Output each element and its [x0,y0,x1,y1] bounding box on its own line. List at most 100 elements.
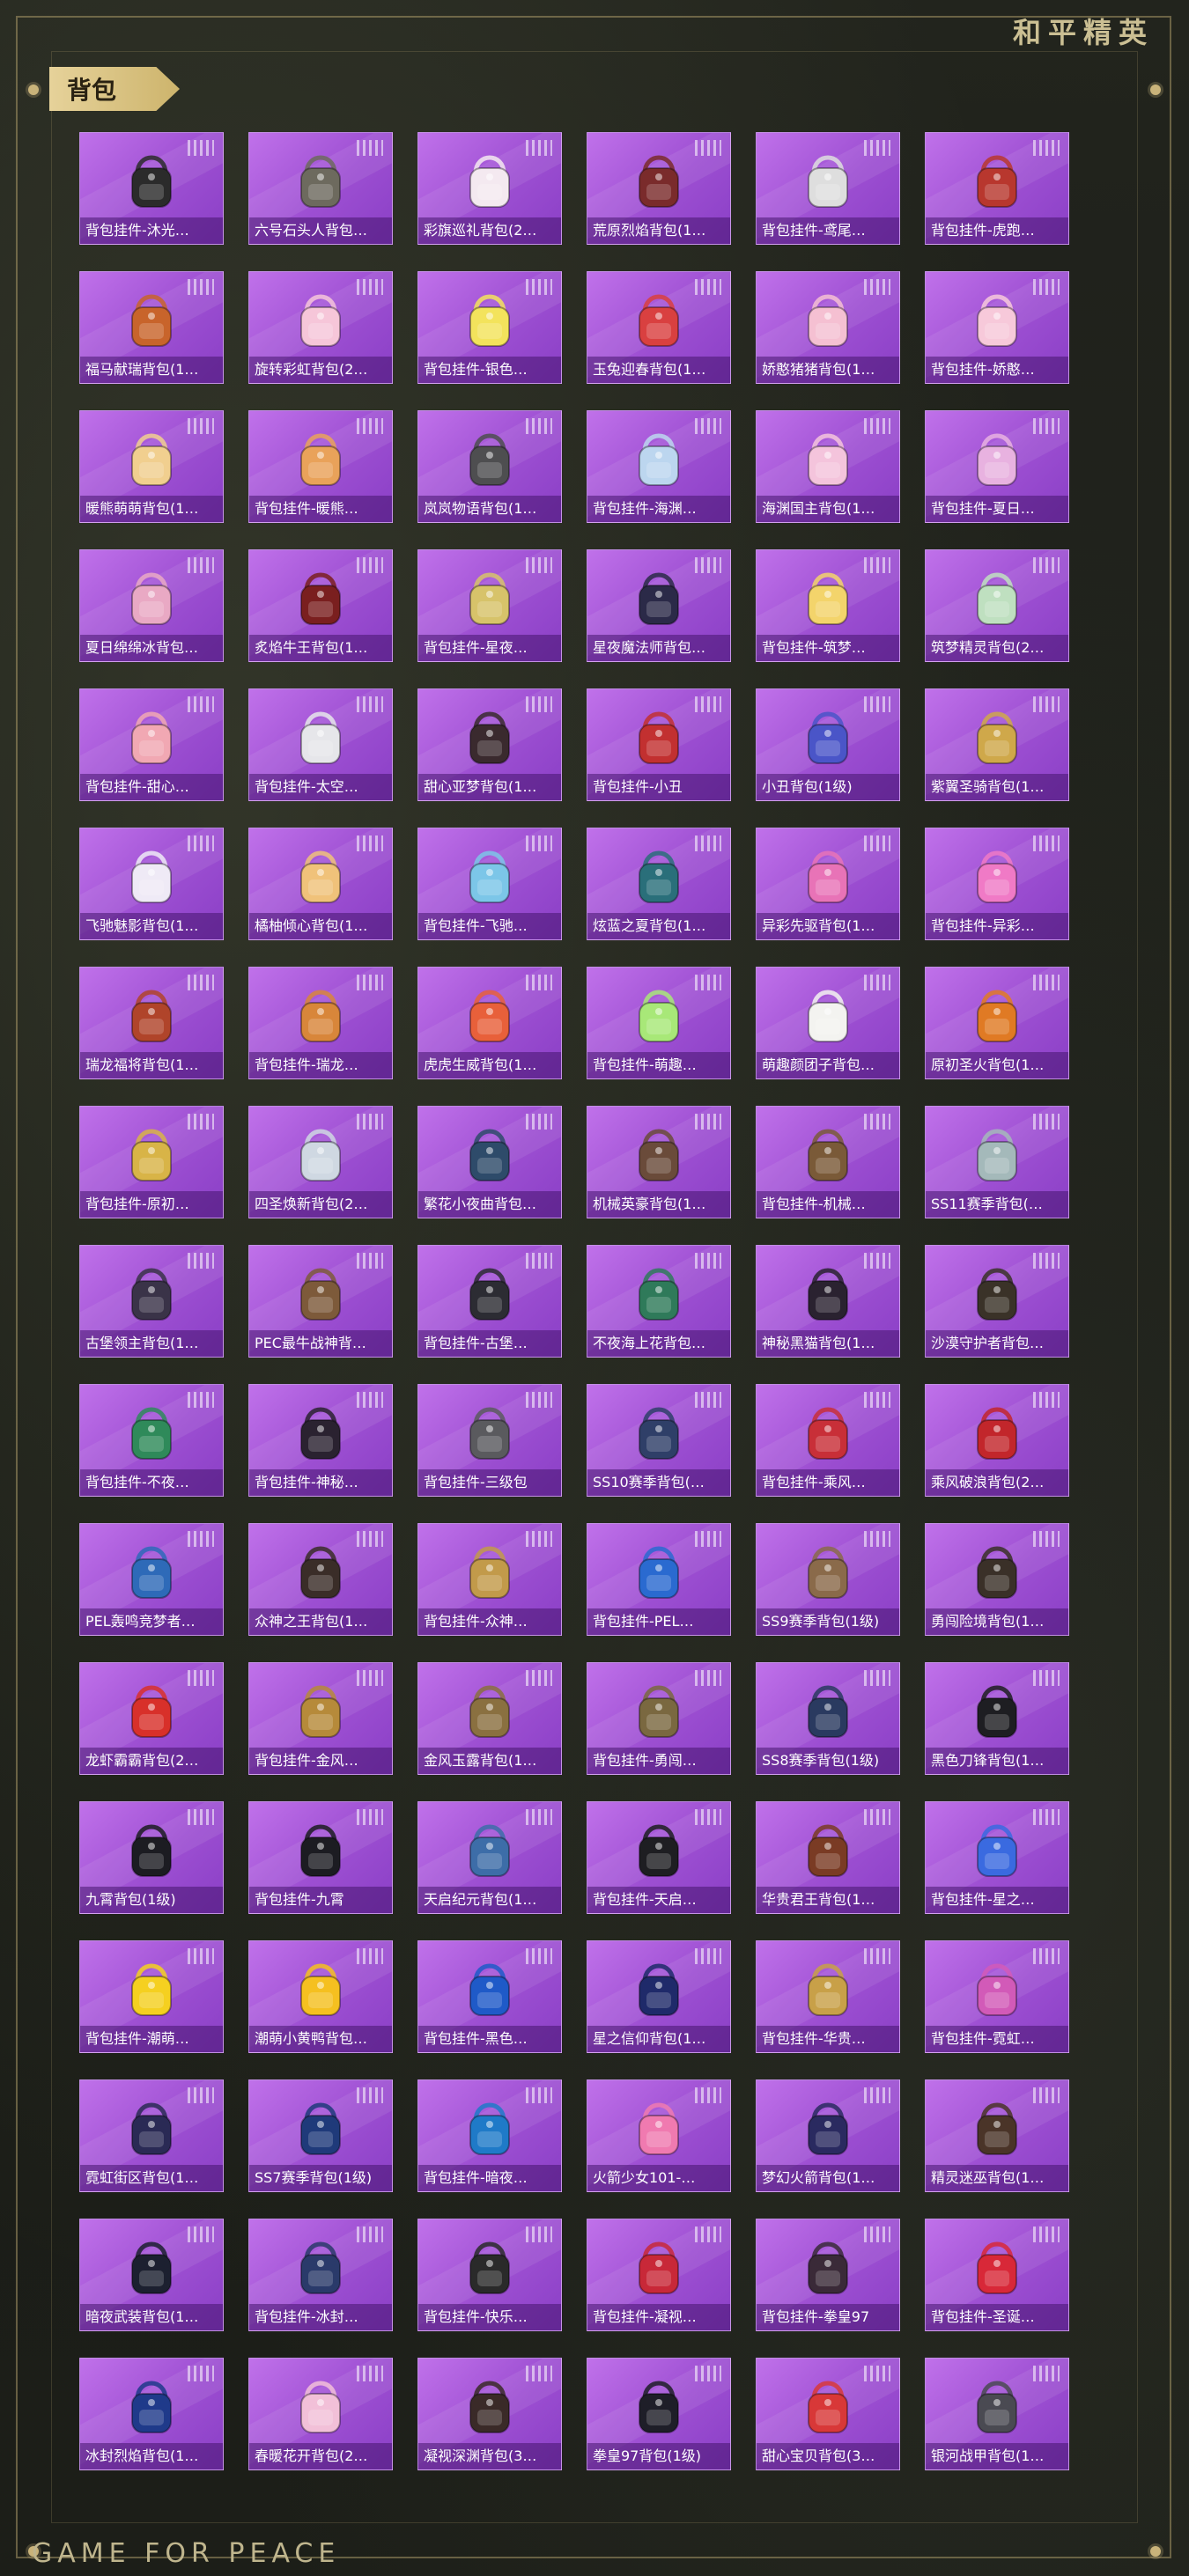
backpack-item-card[interactable]: SS10赛季背包(… [587,1384,731,1497]
backpack-item-card[interactable]: 甜心亚梦背包(1… [417,688,562,801]
backpack-item-card[interactable]: 背包挂件-原初… [79,1106,224,1218]
backpack-item-card[interactable]: 海渊国主背包(1… [756,410,900,523]
backpack-item-card[interactable]: 飞驰魅影背包(1… [79,828,224,940]
backpack-item-card[interactable]: 夏日绵绵冰背包… [79,549,224,662]
backpack-item-card[interactable]: 乘风破浪背包(2… [925,1384,1069,1497]
backpack-item-card[interactable]: PEC最牛战神背… [248,1245,393,1358]
backpack-item-card[interactable]: 背包挂件-瑞龙… [248,967,393,1079]
backpack-item-card[interactable]: 虎虎生威背包(1… [417,967,562,1079]
backpack-item-card[interactable]: 背包挂件-机械… [756,1106,900,1218]
backpack-item-card[interactable]: 背包挂件-凝视… [587,2219,731,2331]
backpack-item-card[interactable]: 繁花小夜曲背包… [417,1106,562,1218]
backpack-item-card[interactable]: 背包挂件-古堡… [417,1245,562,1358]
backpack-item-card[interactable]: 九霄背包(1级) [79,1801,224,1914]
backpack-item-card[interactable]: 背包挂件-乘风… [756,1384,900,1497]
backpack-item-card[interactable]: 背包挂件-快乐… [417,2219,562,2331]
backpack-item-card[interactable]: 背包挂件-天启… [587,1801,731,1914]
backpack-item-card[interactable]: 背包挂件-暗夜… [417,2079,562,2192]
backpack-item-card[interactable]: 背包挂件-星夜… [417,549,562,662]
backpack-item-card[interactable]: 背包挂件-三级包 [417,1384,562,1497]
backpack-item-card[interactable]: SS7赛季背包(1级) [248,2079,393,2192]
backpack-item-card[interactable]: 背包挂件-PEL… [587,1523,731,1636]
backpack-item-card[interactable]: 冰封烈焰背包(1… [79,2358,224,2470]
backpack-item-card[interactable]: SS9赛季背包(1级) [756,1523,900,1636]
backpack-item-card[interactable]: 背包挂件-沐光… [79,132,224,245]
backpack-item-card[interactable]: 星夜魔法师背包… [587,549,731,662]
backpack-item-card[interactable]: 背包挂件-霓虹… [925,1940,1069,2053]
backpack-item-card[interactable]: 筑梦精灵背包(2… [925,549,1069,662]
backpack-item-card[interactable]: 娇憨猪猪背包(1… [756,271,900,384]
backpack-item-card[interactable]: 萌趣颜团子背包… [756,967,900,1079]
backpack-item-card[interactable]: 背包挂件-金风… [248,1662,393,1775]
backpack-item-card[interactable]: 拳皇97背包(1级) [587,2358,731,2470]
backpack-item-card[interactable]: 背包挂件-潮萌… [79,1940,224,2053]
backpack-item-card[interactable]: 异彩先驱背包(1… [756,828,900,940]
backpack-item-card[interactable]: 背包挂件-夏日… [925,410,1069,523]
backpack-item-card[interactable]: 背包挂件-黑色… [417,1940,562,2053]
backpack-item-card[interactable]: 凝视深渊背包(3… [417,2358,562,2470]
backpack-item-card[interactable]: 四圣焕新背包(2… [248,1106,393,1218]
backpack-item-card[interactable]: 背包挂件-筑梦… [756,549,900,662]
backpack-item-card[interactable]: 甜心宝贝背包(3… [756,2358,900,2470]
backpack-item-card[interactable]: 背包挂件-神秘… [248,1384,393,1497]
backpack-item-card[interactable]: 彩旗巡礼背包(2… [417,132,562,245]
backpack-item-card[interactable]: 背包挂件-太空… [248,688,393,801]
backpack-item-card[interactable]: 瑞龙福将背包(1… [79,967,224,1079]
backpack-item-card[interactable]: 潮萌小黄鸭背包… [248,1940,393,2053]
backpack-item-card[interactable]: 龙虾霸霸背包(2… [79,1662,224,1775]
backpack-item-card[interactable]: PEL轰鸣竞梦者… [79,1523,224,1636]
backpack-item-card[interactable]: 橘柚倾心背包(1… [248,828,393,940]
backpack-item-card[interactable]: 金风玉露背包(1… [417,1662,562,1775]
backpack-item-card[interactable]: 天启纪元背包(1… [417,1801,562,1914]
backpack-item-card[interactable]: 霓虹街区背包(1… [79,2079,224,2192]
backpack-item-card[interactable]: 背包挂件-星之… [925,1801,1069,1914]
backpack-item-card[interactable]: 不夜海上花背包… [587,1245,731,1358]
backpack-item-card[interactable]: 岚岚物语背包(1… [417,410,562,523]
backpack-item-card[interactable]: 银河战甲背包(1… [925,2358,1069,2470]
backpack-item-card[interactable]: 黑色刀锋背包(1… [925,1662,1069,1775]
backpack-item-card[interactable]: SS11赛季背包(… [925,1106,1069,1218]
backpack-item-card[interactable]: 背包挂件-不夜… [79,1384,224,1497]
backpack-item-card[interactable]: 炙焰牛王背包(1… [248,549,393,662]
backpack-item-card[interactable]: 背包挂件-虎跑… [925,132,1069,245]
backpack-item-card[interactable]: 背包挂件-甜心… [79,688,224,801]
backpack-item-card[interactable]: 背包挂件-娇憨… [925,271,1069,384]
backpack-item-card[interactable]: 精灵迷巫背包(1… [925,2079,1069,2192]
backpack-item-card[interactable]: SS8赛季背包(1级) [756,1662,900,1775]
backpack-item-card[interactable]: 暖熊萌萌背包(1… [79,410,224,523]
backpack-item-card[interactable]: 背包挂件-飞驰… [417,828,562,940]
backpack-item-card[interactable]: 背包挂件-小丑 [587,688,731,801]
backpack-item-card[interactable]: 背包挂件-异彩… [925,828,1069,940]
backpack-item-card[interactable]: 勇闯险境背包(1… [925,1523,1069,1636]
backpack-item-card[interactable]: 背包挂件-冰封… [248,2219,393,2331]
backpack-item-card[interactable]: 背包挂件-银色… [417,271,562,384]
backpack-item-card[interactable]: 沙漠守护者背包… [925,1245,1069,1358]
backpack-item-card[interactable]: 背包挂件-圣诞… [925,2219,1069,2331]
backpack-item-card[interactable]: 福马献瑞背包(1… [79,271,224,384]
backpack-item-card[interactable]: 小丑背包(1级) [756,688,900,801]
backpack-item-card[interactable]: 背包挂件-鸢尾… [756,132,900,245]
backpack-item-card[interactable]: 荒原烈焰背包(1… [587,132,731,245]
backpack-item-card[interactable]: 古堡领主背包(1… [79,1245,224,1358]
backpack-item-card[interactable]: 机械英豪背包(1… [587,1106,731,1218]
backpack-item-card[interactable]: 玉兔迎春背包(1… [587,271,731,384]
backpack-item-card[interactable]: 紫翼圣骑背包(1… [925,688,1069,801]
backpack-item-card[interactable]: 背包挂件-海渊… [587,410,731,523]
backpack-item-card[interactable]: 神秘黑猫背包(1… [756,1245,900,1358]
backpack-item-card[interactable]: 火箭少女101-… [587,2079,731,2192]
backpack-item-card[interactable]: 原初圣火背包(1… [925,967,1069,1079]
backpack-item-card[interactable]: 背包挂件-暖熊… [248,410,393,523]
backpack-item-card[interactable]: 华贵君王背包(1… [756,1801,900,1914]
backpack-item-card[interactable]: 春暖花开背包(2… [248,2358,393,2470]
backpack-item-card[interactable]: 背包挂件-众神… [417,1523,562,1636]
backpack-item-card[interactable]: 背包挂件-萌趣… [587,967,731,1079]
backpack-item-card[interactable]: 炫蓝之夏背包(1… [587,828,731,940]
backpack-item-card[interactable]: 背包挂件-九霄 [248,1801,393,1914]
backpack-item-card[interactable]: 背包挂件-拳皇97 [756,2219,900,2331]
backpack-item-card[interactable]: 六号石头人背包… [248,132,393,245]
backpack-item-card[interactable]: 星之信仰背包(1… [587,1940,731,2053]
backpack-item-card[interactable]: 旋转彩虹背包(2… [248,271,393,384]
backpack-item-card[interactable]: 梦幻火箭背包(1… [756,2079,900,2192]
backpack-item-card[interactable]: 背包挂件-勇闯… [587,1662,731,1775]
backpack-item-card[interactable]: 众神之王背包(1… [248,1523,393,1636]
